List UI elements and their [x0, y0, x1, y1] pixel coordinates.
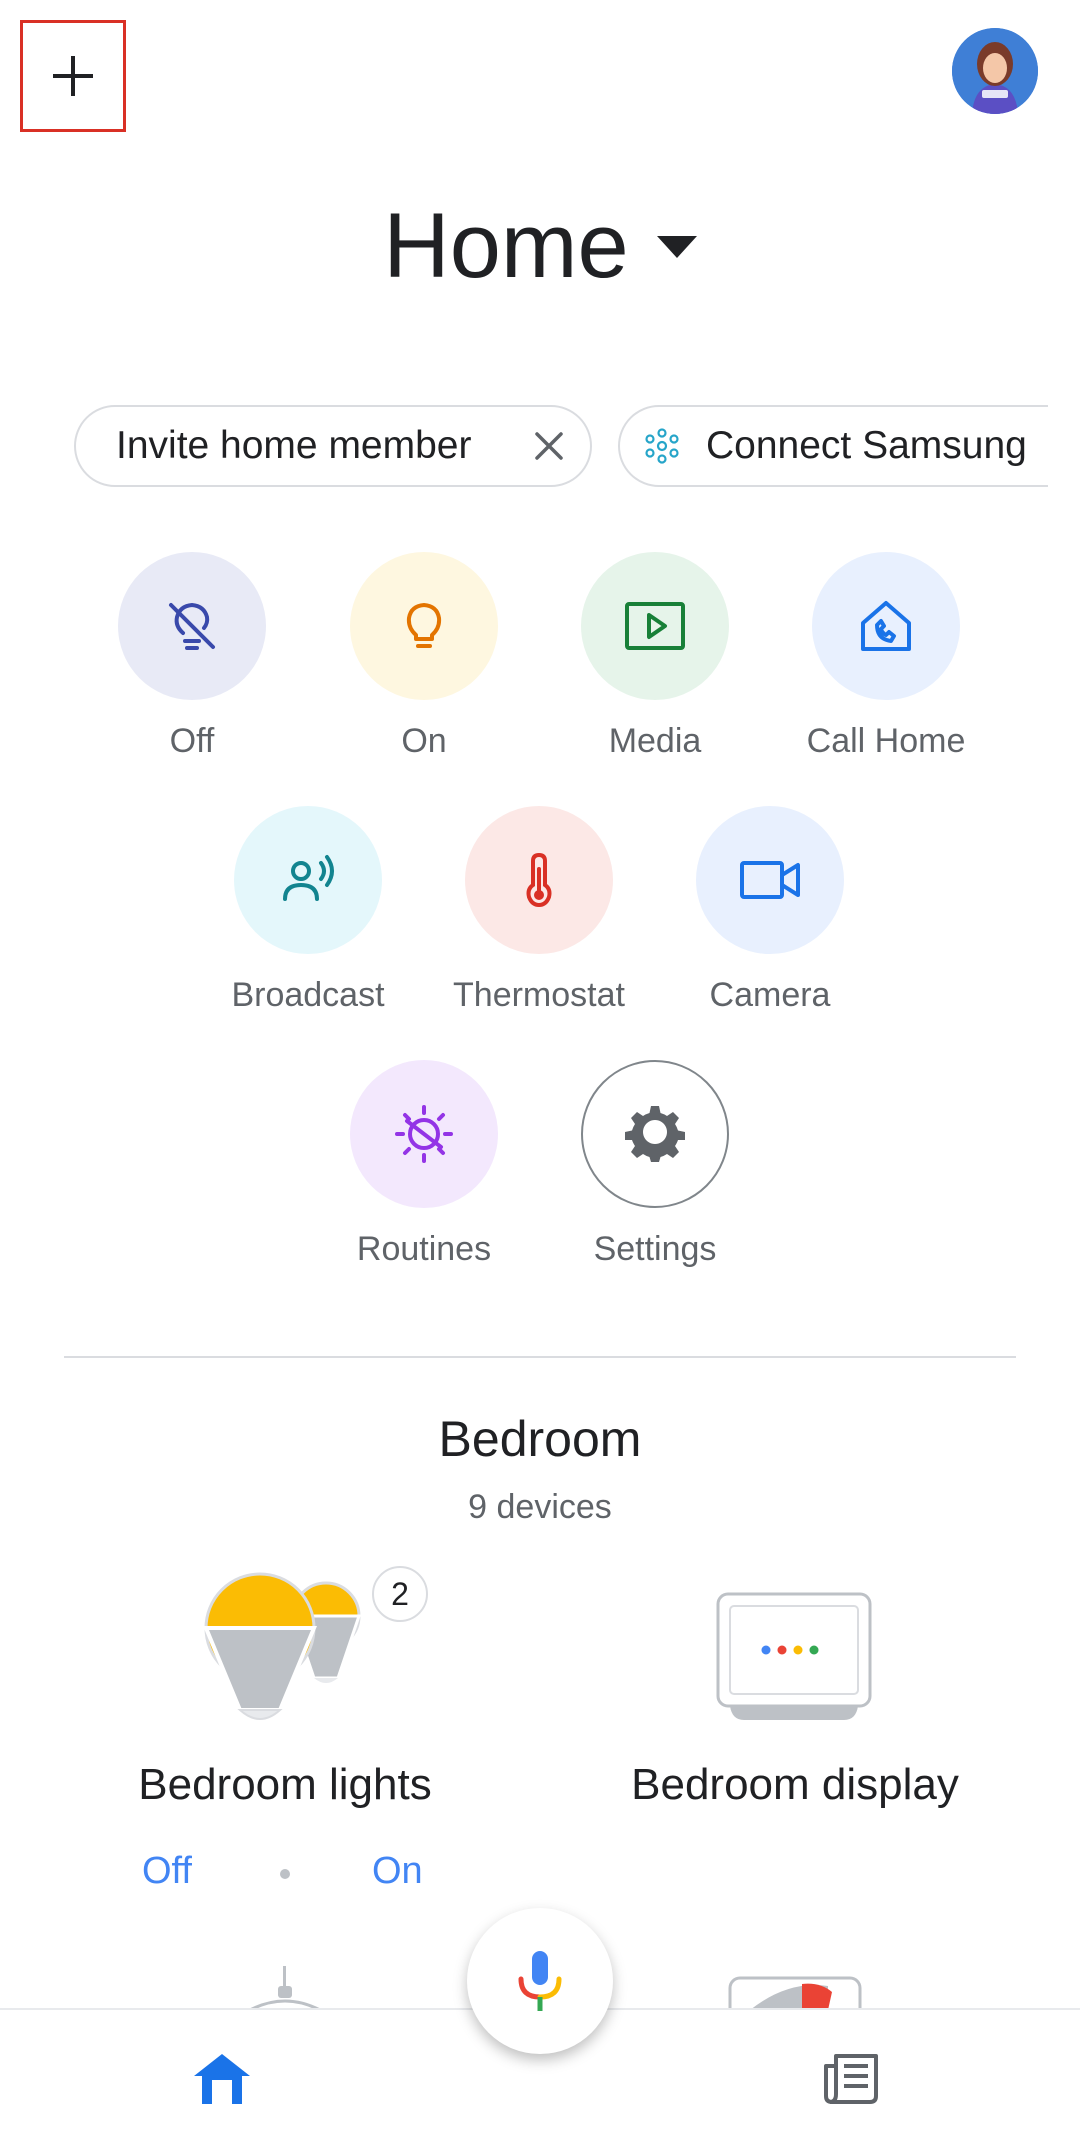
partial-device-lamp[interactable]: [240, 1966, 330, 2010]
action-routines-circle: [350, 1060, 498, 1208]
light-on-icon: [406, 603, 442, 648]
action-routines-label: Routines: [356, 1230, 492, 1268]
light-off-icon: [169, 603, 215, 650]
bedroom-display-label: Bedroom display: [631, 1760, 959, 1809]
action-media-circle: [581, 552, 729, 700]
action-settings-label: Settings: [593, 1230, 717, 1268]
feed-icon: [824, 2054, 878, 2104]
camera-icon: [740, 861, 800, 899]
action-call-home-circle: [812, 552, 960, 700]
action-on-label: On: [401, 722, 447, 760]
media-play-icon: [625, 602, 685, 650]
action-media[interactable]: Media: [545, 552, 765, 761]
action-off[interactable]: Off: [82, 552, 302, 761]
action-media-label: Media: [608, 722, 702, 760]
speaker-device-icon: [728, 1976, 862, 2010]
bulb-group-icon: [203, 1572, 362, 1720]
action-thermostat-circle: [465, 806, 613, 954]
connect-samsung-label: Connect Samsung: [706, 424, 1027, 467]
action-broadcast-circle: [234, 806, 382, 954]
action-broadcast-label: Broadcast: [231, 976, 385, 1014]
routines-icon: [395, 1105, 453, 1163]
action-on-circle: [350, 552, 498, 700]
action-off-label: Off: [169, 722, 215, 760]
home-selector[interactable]: Home: [0, 200, 1080, 292]
action-on[interactable]: On: [314, 552, 534, 761]
call-home-icon: [861, 601, 911, 651]
separator-dot: [280, 1869, 290, 1879]
nav-home-tab[interactable]: [190, 2050, 254, 2111]
mic-icon: [518, 1951, 562, 2011]
home-title: Home: [383, 195, 629, 297]
bedroom-lights-label: Bedroom lights: [138, 1760, 432, 1809]
lights-off-button[interactable]: Off: [142, 1850, 192, 1893]
smartthings-icon: [645, 428, 679, 464]
action-settings-circle: [581, 1060, 729, 1208]
action-camera[interactable]: Camera: [660, 806, 880, 1015]
thermostat-icon: [526, 852, 552, 908]
action-off-circle: [118, 552, 266, 700]
add-button[interactable]: [20, 20, 126, 132]
partial-device-speaker[interactable]: [728, 1976, 862, 2010]
lights-on-button[interactable]: On: [372, 1850, 423, 1893]
action-broadcast[interactable]: Broadcast: [198, 806, 418, 1015]
light-count-badge: 2: [372, 1566, 428, 1622]
close-icon[interactable]: [534, 431, 564, 461]
account-avatar[interactable]: [952, 28, 1038, 114]
broadcast-icon: [283, 855, 334, 901]
action-camera-label: Camera: [709, 976, 831, 1014]
action-settings[interactable]: Settings: [545, 1060, 765, 1269]
section-divider: [64, 1356, 1016, 1358]
invite-member-chip[interactable]: Invite home member: [74, 405, 592, 487]
gear-icon: [625, 1106, 685, 1162]
nav-feed-tab[interactable]: [822, 2050, 880, 2113]
action-call-home-label: Call Home: [806, 722, 966, 760]
action-camera-circle: [696, 806, 844, 954]
plus-icon: [53, 56, 93, 96]
bedroom-lights-tile[interactable]: [196, 1568, 380, 1728]
action-call-home[interactable]: Call Home: [776, 552, 996, 761]
connect-samsung-chip[interactable]: Connect Samsung: [618, 405, 1048, 487]
assistant-mic-button[interactable]: [467, 1908, 613, 2054]
room-title: Bedroom: [438, 1411, 642, 1467]
action-thermostat-label: Thermostat: [453, 976, 625, 1014]
invite-member-label: Invite home member: [116, 424, 472, 467]
home-icon: [194, 2054, 250, 2104]
smart-display-icon: [716, 1592, 872, 1720]
caret-down-icon: [656, 235, 697, 258]
avatar-image: [952, 28, 1038, 114]
action-routines[interactable]: Routines: [314, 1060, 534, 1269]
action-thermostat[interactable]: Thermostat: [429, 806, 649, 1015]
bedroom-display-tile[interactable]: [716, 1592, 872, 1722]
pendant-lamp-icon: [249, 1966, 321, 2010]
room-device-count: 9 devices: [468, 1488, 612, 1526]
